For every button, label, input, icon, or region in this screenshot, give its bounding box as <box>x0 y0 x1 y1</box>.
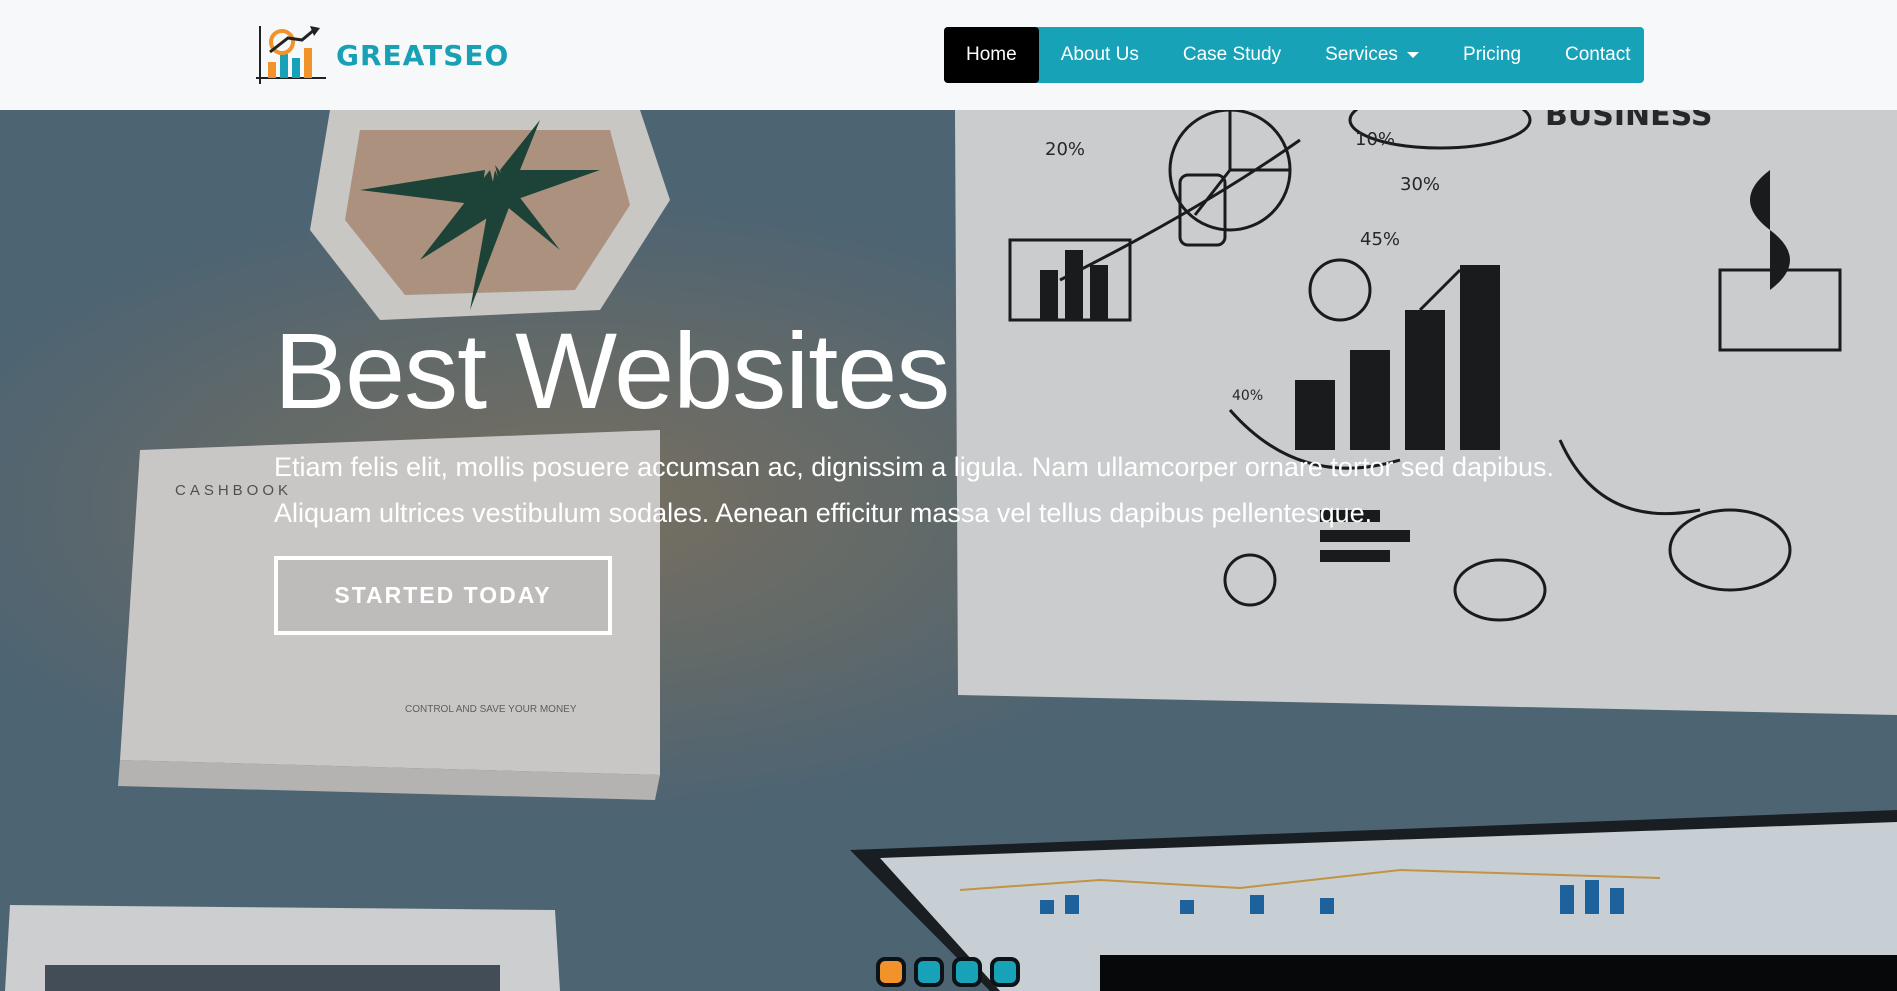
site-header: GREATSEO Home About Us Case Study Servic… <box>0 0 1897 110</box>
hero-carousel: CASHBOOK CONTROL AND SAVE YOUR MONEY 20%… <box>0 110 1897 991</box>
nav-label: Case Study <box>1182 44 1282 65</box>
nav-about-us[interactable]: About Us <box>1039 27 1161 83</box>
nav-home[interactable]: Home <box>944 27 1039 83</box>
chevron-down-icon <box>1406 52 1419 58</box>
nav-services[interactable]: Services <box>1303 27 1441 83</box>
nav-pricing[interactable]: Pricing <box>1441 27 1543 83</box>
carousel-indicators <box>876 957 1020 987</box>
nav-case-study[interactable]: Case Study <box>1161 27 1303 83</box>
carousel-indicator-1[interactable] <box>876 957 906 987</box>
nav-contact[interactable]: Contact <box>1543 27 1652 83</box>
hero-title: Best Websites <box>274 310 950 431</box>
nav-label: Home <box>966 44 1017 65</box>
carousel-indicator-3[interactable] <box>952 957 982 987</box>
carousel-indicator-4[interactable] <box>990 957 1020 987</box>
hero-overlay <box>0 110 1897 991</box>
carousel-indicator-2[interactable] <box>914 957 944 987</box>
hero-description: Etiam felis elit, mollis posuere accumsa… <box>274 452 1555 528</box>
main-nav: Home About Us Case Study Services Pricin… <box>944 27 1644 83</box>
nav-label: Contact <box>1565 44 1631 65</box>
nav-label: Pricing <box>1462 44 1522 65</box>
nav-label: About Us <box>1060 44 1139 65</box>
nav-label: Services <box>1325 44 1398 65</box>
logo[interactable]: GREATSEO <box>254 22 509 88</box>
started-today-button[interactable]: STARTED TODAY <box>274 556 612 635</box>
growth-chart-icon <box>256 26 326 84</box>
brand-name: GREATSEO <box>336 38 510 72</box>
